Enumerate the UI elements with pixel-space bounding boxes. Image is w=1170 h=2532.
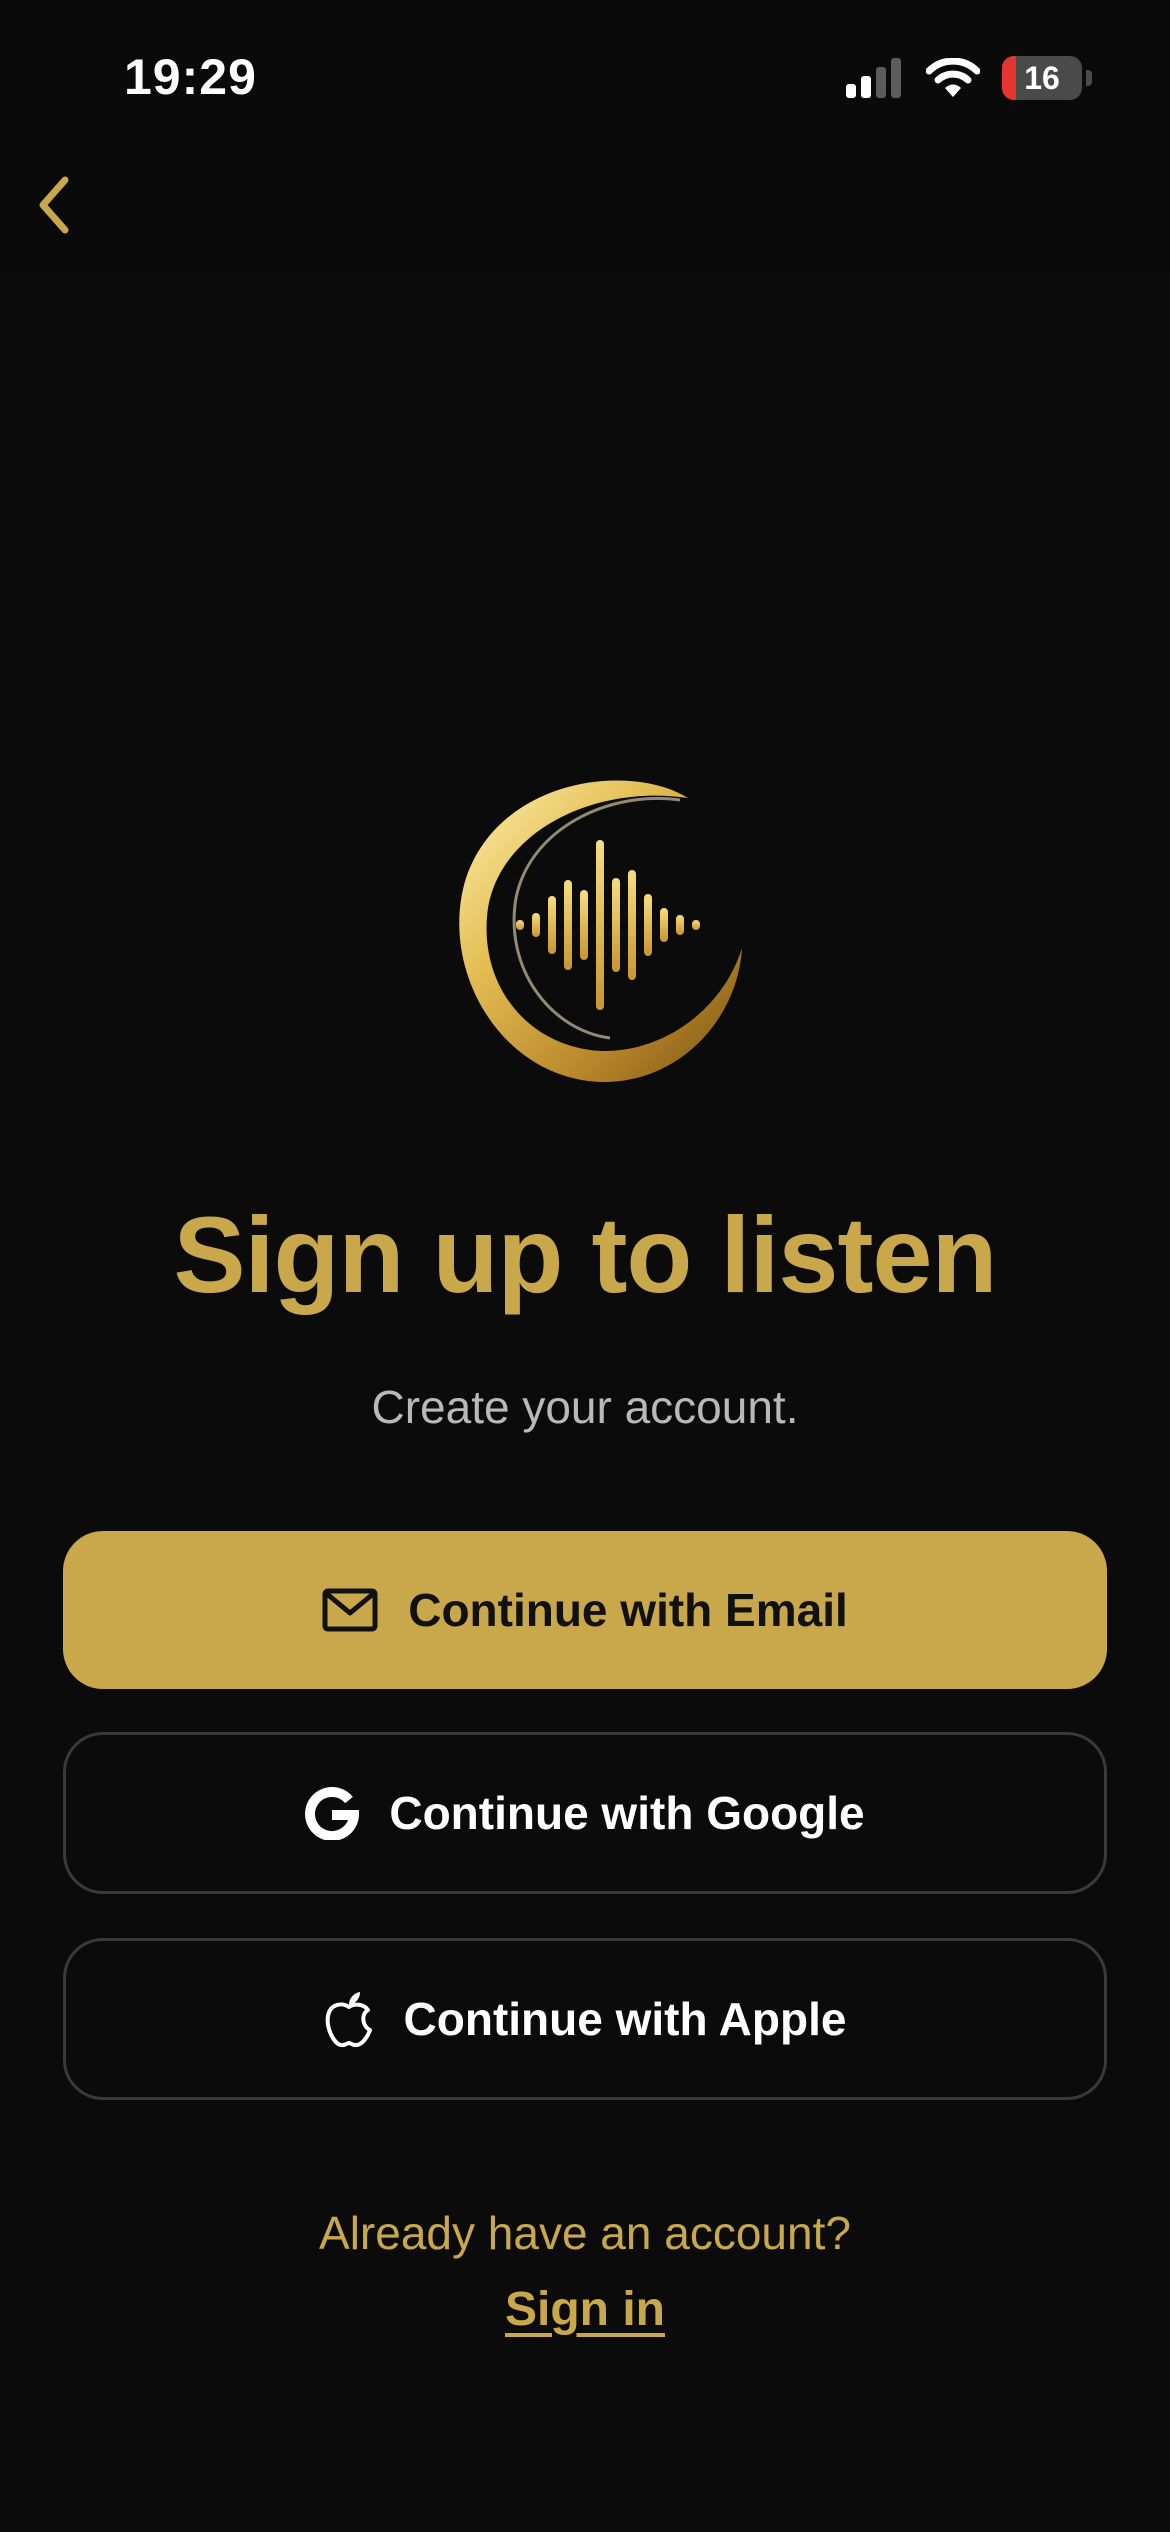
google-button-label: Continue with Google (389, 1787, 865, 1839)
continue-with-google-button[interactable]: Continue with Google (63, 1732, 1107, 1894)
status-icons: 16 (846, 54, 1092, 102)
signin-link[interactable]: Sign in (0, 2282, 1170, 2337)
email-button-label: Continue with Email (408, 1584, 848, 1636)
nav-bar (0, 150, 1170, 275)
signal-icon (846, 58, 901, 98)
continue-with-email-button[interactable]: Continue with Email (63, 1531, 1107, 1689)
google-icon (305, 1787, 360, 1840)
page-subtitle: Create your account. (371, 1381, 799, 1433)
apple-button-label: Continue with Apple (403, 1993, 847, 2045)
battery-percent: 16 (1024, 60, 1060, 96)
status-bar: 19:29 16 (0, 0, 1170, 150)
chevron-left-icon (39, 176, 69, 234)
apple-icon (325, 1992, 372, 2048)
mail-icon (322, 1588, 378, 1632)
back-button[interactable] (18, 170, 88, 240)
status-time: 19:29 (124, 49, 257, 105)
wifi-icon (926, 58, 980, 97)
page-title: Sign up to listen (173, 1194, 998, 1315)
continue-with-apple-button[interactable]: Continue with Apple (63, 1938, 1107, 2100)
soundwave-bars (516, 840, 700, 1010)
battery-icon: 16 (1002, 56, 1092, 100)
signin-prompt: Already have an account? (319, 2207, 851, 2259)
crescent-soundwave-logo (459, 780, 742, 1083)
